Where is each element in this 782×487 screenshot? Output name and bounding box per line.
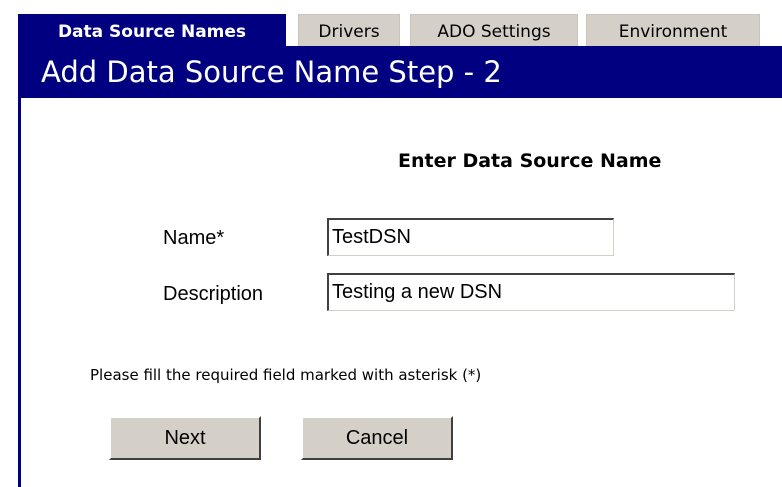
name-field[interactable] xyxy=(327,218,614,256)
tab-environment[interactable]: Environment xyxy=(586,14,760,46)
cancel-button[interactable]: Cancel xyxy=(301,416,453,460)
next-button[interactable]: Next xyxy=(109,416,261,460)
name-label: Name* xyxy=(163,227,225,249)
description-label: Description xyxy=(163,283,264,305)
page-title: Add Data Source Name Step - 2 xyxy=(41,55,502,89)
section-title: Enter Data Source Name xyxy=(398,150,662,172)
tab-data-source-names[interactable]: Data Source Names xyxy=(18,14,286,46)
tab-ado-settings[interactable]: ADO Settings xyxy=(410,14,578,46)
required-field-note: Please fill the required field marked wi… xyxy=(90,366,482,384)
page-title-bar: Add Data Source Name Step - 2 xyxy=(18,46,782,98)
left-border xyxy=(18,98,21,487)
tab-drivers[interactable]: Drivers xyxy=(298,14,400,46)
description-field[interactable] xyxy=(327,273,735,311)
